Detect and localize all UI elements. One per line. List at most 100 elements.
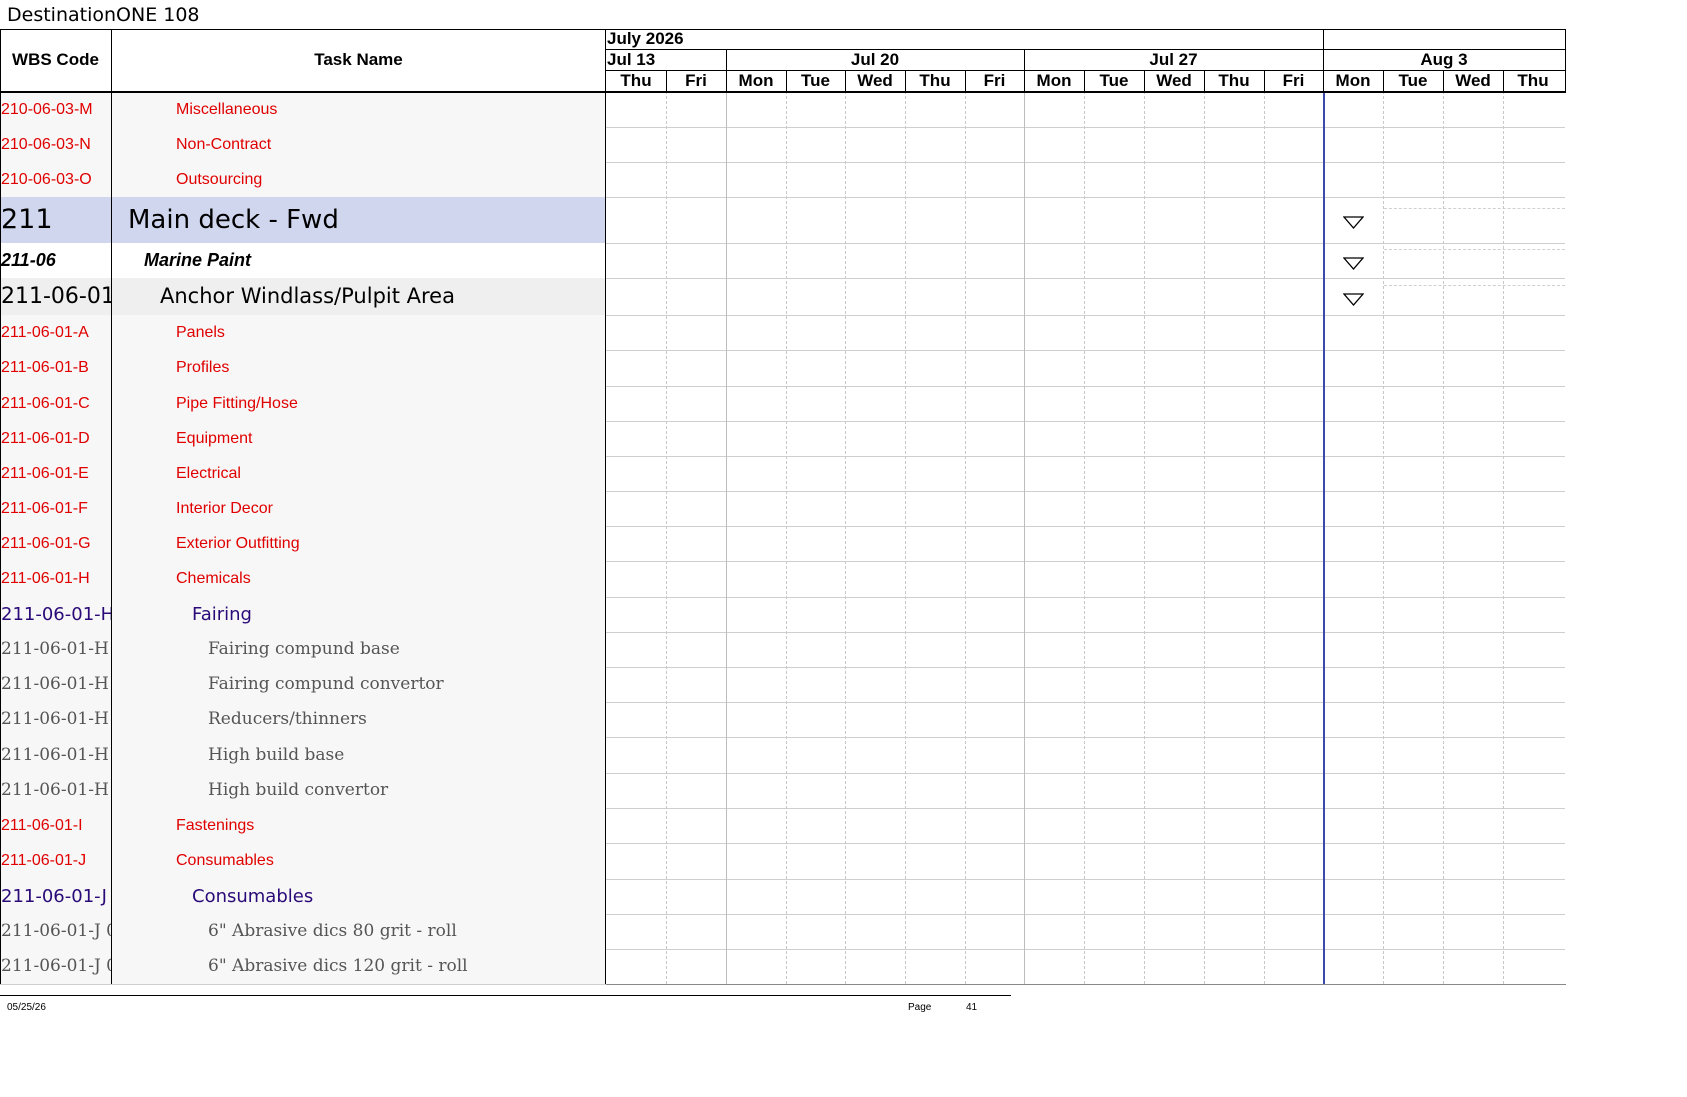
wbs-code: 211-06 [1, 250, 56, 270]
chart-right-border [1565, 29, 1566, 91]
week-gridline [1024, 91, 1025, 984]
wbs-code: 210-06-03-O [1, 171, 92, 188]
timescale-day-label: Mon [738, 71, 774, 90]
timescale-day-label: Tue [801, 71, 830, 90]
task-name: Outsourcing [176, 171, 263, 188]
day-gridline [786, 91, 787, 984]
task-name: 6" Abrasive dics 80 grit - roll [208, 921, 457, 941]
wbs-code: 211-06-01-H 01 [1, 639, 111, 659]
table-row[interactable]: 211-06-01-A Panels [0, 315, 605, 350]
timescale-day-label: Thu [919, 71, 951, 90]
wbs-code: 211-06-01-J [1, 852, 87, 869]
day-gridline [1503, 91, 1504, 984]
table-row[interactable]: 211-06-01-C Pipe Fitting/Hose [0, 386, 605, 421]
table-row[interactable]: 211-06-01-I Fastenings [0, 808, 605, 843]
task-name: High build convertor [208, 780, 389, 800]
timescale-week-label: Jul 13 [607, 50, 656, 69]
wbs-code: 211-06-01-H 01 [1, 780, 111, 800]
timescale-day-label: Thu [1517, 71, 1549, 90]
timescale-day-label: Tue [1099, 71, 1129, 90]
task-name: Fastenings [176, 817, 255, 834]
task-name: Exterior Outfitting [176, 535, 300, 552]
task-name: Fairing [192, 604, 252, 625]
wbs-code: 210-06-03-N [1, 136, 91, 153]
wbs-code: 211-06-01-G [1, 535, 91, 552]
table-row[interactable]: 211-06-01-H 01 High build convertor [0, 773, 605, 808]
table-row[interactable]: 211-06-01-H 01 Reducers/thinners [0, 702, 605, 737]
day-gridline [845, 91, 846, 984]
header-top-rule [0, 29, 1566, 30]
day-gridline [1144, 91, 1145, 984]
timescale-day-label: Tue [1398, 71, 1428, 90]
task-name: Consumables [192, 886, 314, 907]
task-name: High build base [208, 745, 345, 765]
table-row[interactable]: 211-06 Marine Paint [0, 243, 605, 278]
day-gridline [965, 91, 966, 984]
task-name: Equipment [176, 430, 253, 447]
footer-date: 05/25/26 [7, 1002, 46, 1013]
wbs-code: 211-06-01 [1, 284, 111, 309]
table-row[interactable]: 211-06-01-J Consumables [0, 843, 605, 879]
wbs-code: 211-06-01-F [1, 500, 88, 517]
month-divider [1323, 29, 1324, 49]
day-gridline [1204, 91, 1205, 984]
wbs-column-header[interactable]: WBS Code [0, 50, 111, 70]
wbs-code: 211-06-01-J 01 [1, 921, 111, 941]
table-row[interactable]: 211-06-01-J 01 6" Abrasive dics 120 grit … [0, 949, 605, 984]
task-name: Fairing compund convertor [208, 674, 444, 694]
task-name: Marine Paint [144, 250, 252, 270]
wbs-code: 211-06-01-H 01 [1, 674, 111, 694]
task-name: Non-Contract [176, 136, 272, 153]
task-name: Chemicals [176, 570, 251, 587]
table-row[interactable]: 211-06-01-B Profiles [0, 350, 605, 386]
wbs-code: 211-06-01-I [1, 817, 83, 834]
table-row[interactable]: 211-06-01-J ( Consumables [0, 879, 605, 914]
timescale-week-label: Aug 3 [1420, 50, 1468, 69]
timescale-day-label: Wed [1156, 71, 1192, 90]
status-date-line [1323, 91, 1325, 984]
timescale-week-label: Jul 20 [850, 50, 900, 69]
table-row[interactable]: 211-06-01-H Chemicals [0, 561, 605, 597]
table-row[interactable]: 211-06-01-G Exterior Outfitting [0, 526, 605, 561]
wbs-code: 211-06-01-E [1, 465, 89, 482]
summary-bar-guide [1384, 208, 1565, 209]
gantt-print-page: DestinationONE 108 210-06-03-M Miscellane… [0, 0, 1687, 1097]
task-name-column-header[interactable]: Task Name [112, 50, 605, 70]
table-row[interactable]: 211-06-01-H (Fairing [0, 597, 605, 632]
table-row[interactable]: 211-06-01-F Interior Decor [0, 491, 605, 526]
table-row[interactable]: 210-06-03-M Miscellaneous [0, 92, 605, 127]
wbs-code: 211-06-01-H 01 [1, 709, 111, 729]
table-left-border [0, 29, 1, 984]
table-row[interactable]: 211-06-01-H 01 Fairing compund convertor [0, 667, 605, 702]
timescale-day-label: Mon [1335, 71, 1371, 90]
timescale-week-label: Jul 27 [1149, 50, 1198, 69]
day-gridline [1443, 91, 1444, 984]
task-name: Interior Decor [176, 500, 273, 517]
document-title: DestinationONE 108 [7, 4, 200, 26]
day-gridline [1264, 91, 1265, 984]
wbs-code: 210-06-03-M [1, 101, 93, 118]
timescale-day-label: Mon [1036, 71, 1072, 90]
wbs-code: 211-06-01-J ( [1, 886, 111, 907]
summary-bar-guide [1384, 284, 1565, 286]
table-row[interactable]: 211 Main deck - Fwd [0, 197, 605, 243]
wbs-column-border [111, 29, 112, 984]
task-column-border [605, 29, 606, 984]
wbs-code: 211-06-01-B [1, 359, 89, 376]
task-name: 6" Abrasive dics 120 grit - roll [208, 956, 468, 976]
chart-bottom-rule [606, 984, 1566, 985]
table-row[interactable]: 211-06-01-D Equipment [0, 421, 605, 456]
table-row[interactable]: 211-06-01-H 01 High build base [0, 737, 605, 773]
table-row[interactable]: 211-06-01-H 01 Fairing compund base [0, 632, 605, 667]
week-gridline [726, 91, 727, 984]
table-row[interactable]: 210-06-03-N Non-Contract [0, 127, 605, 162]
day-gridline [666, 91, 667, 984]
table-row[interactable]: 211-06-01-E Electrical [0, 456, 605, 491]
task-name: Miscellaneous [176, 101, 278, 118]
table-row[interactable]: 211-06-01 Anchor Windlass/Pulpit Area [0, 278, 605, 315]
summary-bar-guide [1384, 248, 1565, 250]
timescale-day-label: Fri [1282, 71, 1305, 90]
table-row[interactable]: 210-06-03-O Outsourcing [0, 162, 605, 197]
wbs-code: 211 [1, 204, 53, 235]
table-row[interactable]: 211-06-01-J 01 6" Abrasive dics 80 grit -… [0, 914, 605, 949]
